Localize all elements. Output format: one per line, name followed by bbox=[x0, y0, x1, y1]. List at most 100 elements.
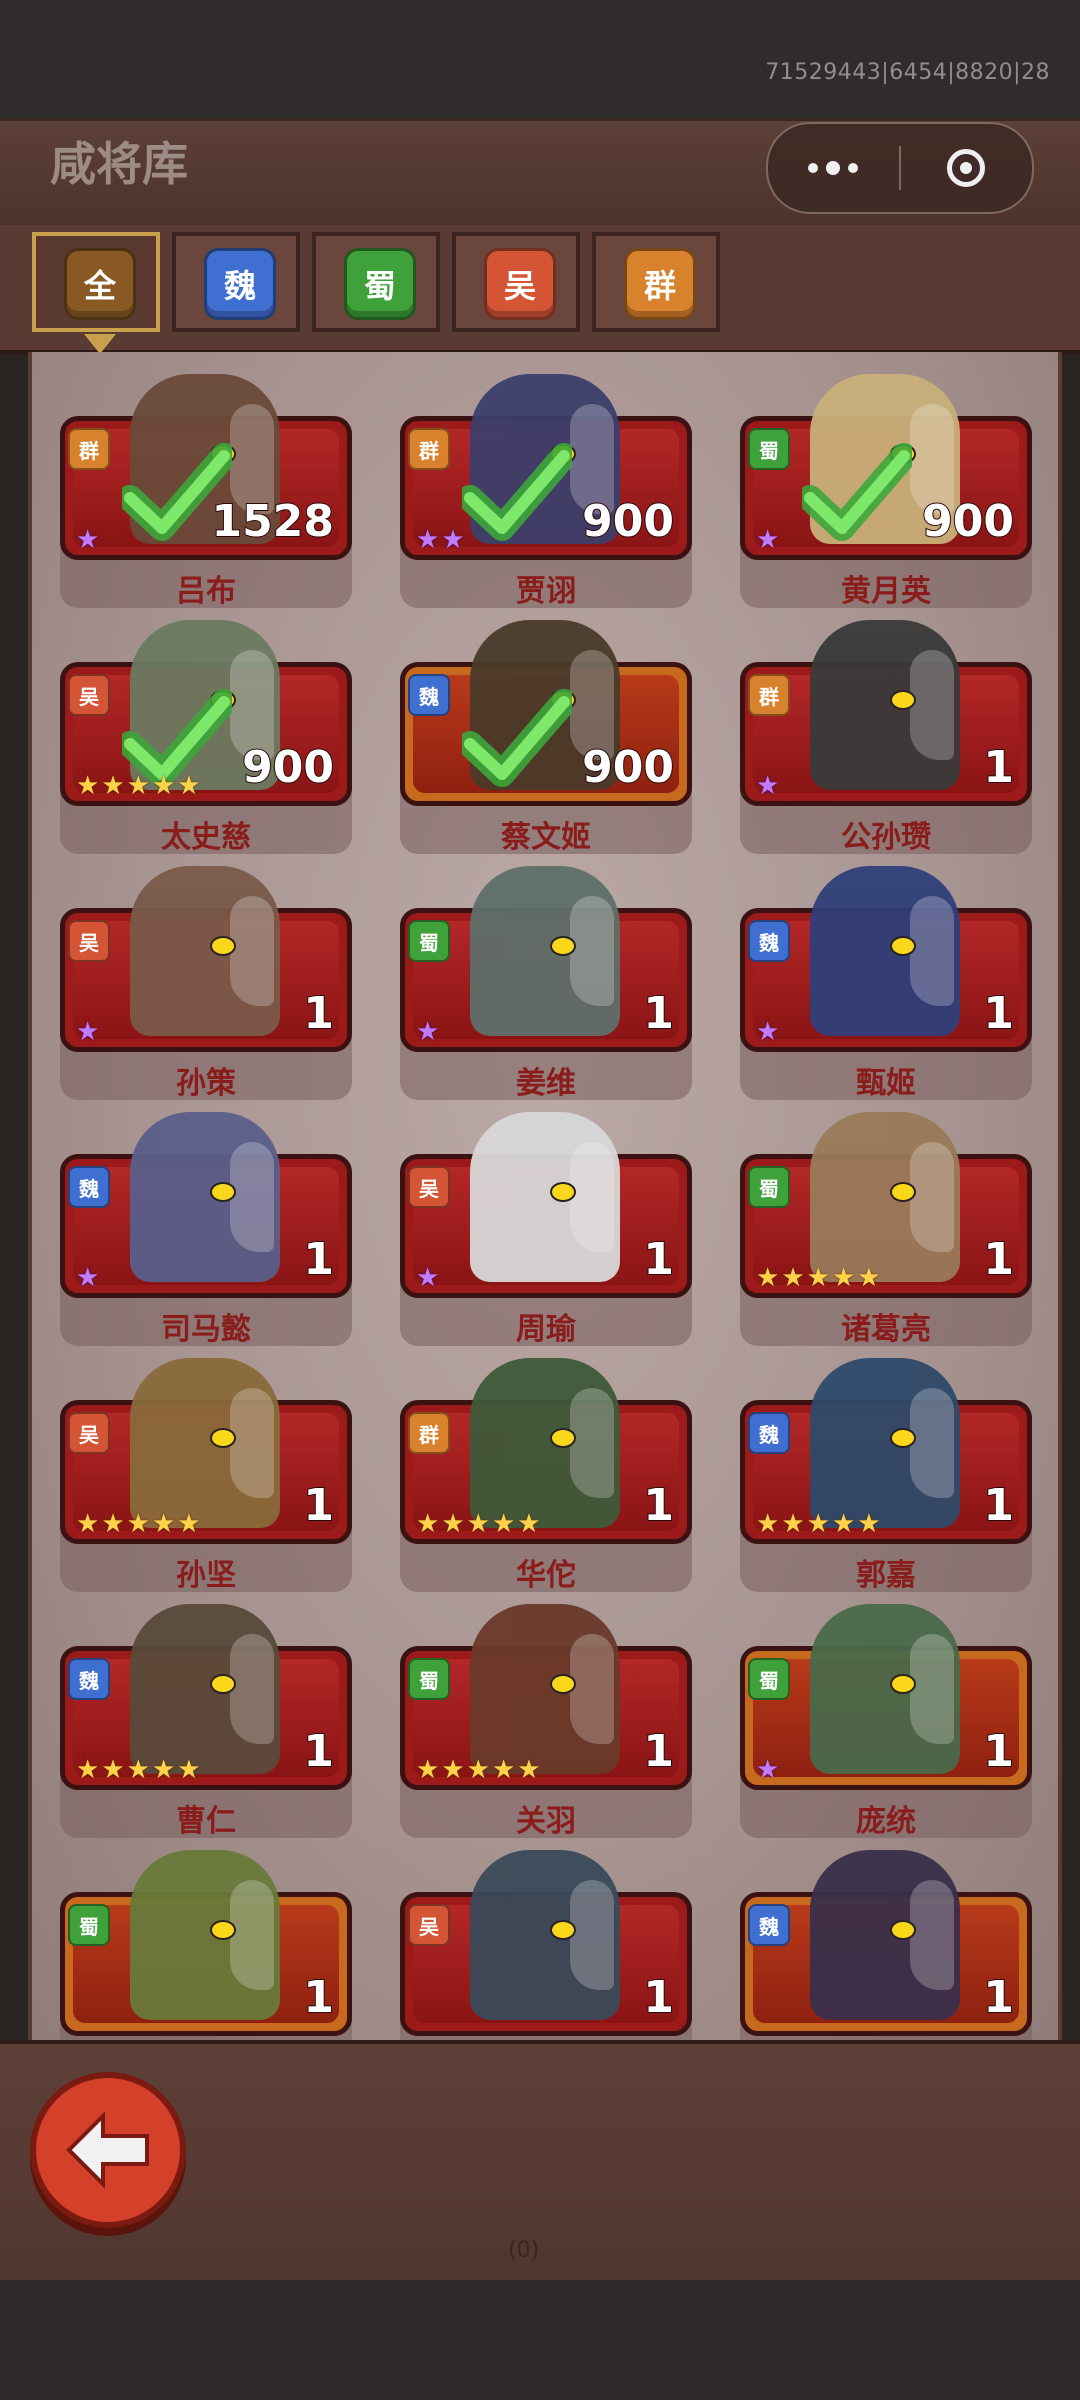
hero-count: 1 bbox=[302, 1971, 335, 2024]
mini-program-capsule bbox=[766, 122, 1034, 214]
hero-card[interactable]: 魏 900 蔡文姬 bbox=[400, 620, 692, 855]
hero-card[interactable]: 魏 1 ★ ★ ★ ★ ★ 曹仁 bbox=[60, 1604, 352, 1839]
star-icon: ★ bbox=[416, 1263, 440, 1293]
faction-badge: 魏 bbox=[748, 1412, 790, 1454]
hero-card[interactable]: 吴 900 ★ ★ ★ ★ ★ 太史慈 bbox=[60, 620, 352, 855]
hero-name: 司马懿 bbox=[161, 1312, 251, 1347]
tab-0[interactable]: 全 bbox=[32, 232, 160, 354]
hero-portrait bbox=[130, 1112, 280, 1282]
hero-count: 1 bbox=[982, 987, 1015, 1040]
check-icon bbox=[457, 686, 577, 796]
hero-portrait bbox=[810, 620, 960, 790]
faction-badge: 群 bbox=[748, 674, 790, 716]
hero-card[interactable]: 群 900 ★ ★ 贾诩 bbox=[400, 374, 692, 609]
star-icon: ★ bbox=[857, 1509, 881, 1539]
hero-card[interactable]: 魏 1 ★ 甄姬 bbox=[740, 866, 1032, 1101]
hero-card[interactable]: 群 1528 ★ 吕布 bbox=[60, 374, 352, 609]
star-icon: ★ bbox=[76, 525, 100, 555]
hero-name: 贾诩 bbox=[516, 574, 576, 609]
hero-stars: ★ bbox=[416, 1018, 441, 1046]
hero-card[interactable]: 群 1 ★ ★ ★ ★ ★ 华佗 bbox=[400, 1358, 692, 1593]
hero-card[interactable]: 吴1 bbox=[400, 1850, 692, 2042]
eye-icon bbox=[210, 1920, 236, 1940]
hero-portrait bbox=[810, 1850, 960, 2020]
hero-card[interactable]: 吴 1 ★ 孙策 bbox=[60, 866, 352, 1101]
star-icon: ★ bbox=[126, 1755, 150, 1785]
hero-portrait bbox=[130, 866, 280, 1036]
star-icon: ★ bbox=[76, 1509, 100, 1539]
star-icon: ★ bbox=[177, 1509, 201, 1539]
hero-card[interactable]: 魏1 bbox=[740, 1850, 1032, 2042]
hero-card[interactable]: 蜀 1 ★ 庞统 bbox=[740, 1604, 1032, 1839]
hero-card[interactable]: 群 1 ★ 公孙瓒 bbox=[740, 620, 1032, 855]
star-icon: ★ bbox=[126, 771, 150, 801]
tab-1[interactable]: 魏 bbox=[172, 232, 300, 332]
tab-3[interactable]: 吴 bbox=[452, 232, 580, 332]
hero-card[interactable]: 吴 1 ★ 周瑜 bbox=[400, 1112, 692, 1347]
hero-portrait bbox=[470, 1358, 620, 1528]
star-icon: ★ bbox=[441, 1755, 465, 1785]
debug-id-text: 71529443|6454|8820|28 bbox=[765, 60, 1050, 85]
close-button[interactable] bbox=[901, 124, 1031, 212]
faction-badge: 蜀 bbox=[748, 428, 790, 470]
footer-label: (0) bbox=[508, 2238, 540, 2263]
hero-name: 郭嘉 bbox=[856, 1558, 916, 1593]
hero-count: 1 bbox=[982, 1479, 1015, 1532]
hero-card[interactable]: 蜀 1 ★ 姜维 bbox=[400, 866, 692, 1101]
hero-portrait bbox=[810, 1604, 960, 1774]
hero-count: 1 bbox=[302, 1725, 335, 1778]
hero-count: 1 bbox=[982, 1971, 1015, 2024]
hero-stars: ★ bbox=[76, 526, 101, 554]
star-icon: ★ bbox=[466, 1755, 490, 1785]
hero-card[interactable]: 蜀 1 ★ ★ ★ ★ ★ 关羽 bbox=[400, 1604, 692, 1839]
hero-card[interactable]: 蜀 1 ★ ★ ★ ★ ★ 诸葛亮 bbox=[740, 1112, 1032, 1347]
hero-card[interactable]: 吴 1 ★ ★ ★ ★ ★ 孙坚 bbox=[60, 1358, 352, 1593]
hero-portrait bbox=[130, 1604, 280, 1774]
star-icon: ★ bbox=[101, 1509, 125, 1539]
star-icon: ★ bbox=[756, 525, 780, 555]
star-icon: ★ bbox=[781, 1263, 805, 1293]
hero-stars: ★ ★ ★ ★ ★ bbox=[416, 1756, 543, 1784]
hero-count: 900 bbox=[581, 741, 675, 794]
star-icon: ★ bbox=[416, 1017, 440, 1047]
hero-card[interactable]: 魏 1 ★ 司马懿 bbox=[60, 1112, 352, 1347]
active-tab-pointer bbox=[84, 334, 116, 354]
back-button[interactable] bbox=[30, 2072, 186, 2228]
star-icon: ★ bbox=[517, 1509, 541, 1539]
tab-label: 吴 bbox=[484, 248, 556, 320]
hero-name: 孙坚 bbox=[176, 1558, 236, 1593]
hero-portrait bbox=[470, 1112, 620, 1282]
hero-card[interactable]: 魏 1 ★ ★ ★ ★ ★ 郭嘉 bbox=[740, 1358, 1032, 1593]
tab-label: 全 bbox=[64, 248, 136, 320]
star-icon: ★ bbox=[177, 1755, 201, 1785]
eye-icon bbox=[550, 1920, 576, 1940]
tab-4[interactable]: 群 bbox=[592, 232, 720, 332]
tab-2[interactable]: 蜀 bbox=[312, 232, 440, 332]
hero-count: 1 bbox=[642, 987, 675, 1040]
hero-portrait bbox=[810, 1358, 960, 1528]
hero-stars: ★ ★ ★ ★ ★ bbox=[756, 1264, 883, 1292]
star-icon: ★ bbox=[101, 771, 125, 801]
hero-portrait bbox=[130, 1358, 280, 1528]
star-icon: ★ bbox=[416, 1755, 440, 1785]
star-icon: ★ bbox=[177, 771, 201, 801]
hero-count: 900 bbox=[581, 495, 675, 548]
hero-collection-panel: 群 1528 ★ 吕布群 900 ★ ★ 贾诩蜀 900 ★ 黄月英吴 900 ★ ★ ★ ★ ★ 太史慈魏 900… bbox=[28, 352, 1062, 2042]
hero-name: 孙策 bbox=[176, 1066, 236, 1101]
tab-label: 群 bbox=[624, 248, 696, 320]
eye-icon bbox=[210, 936, 236, 956]
hero-name: 关羽 bbox=[516, 1804, 576, 1839]
hero-card[interactable]: 蜀 900 ★ 黄月英 bbox=[740, 374, 1032, 609]
hero-name: 庞统 bbox=[856, 1804, 916, 1839]
star-icon: ★ bbox=[101, 1755, 125, 1785]
hero-stars: ★ bbox=[756, 772, 781, 800]
faction-badge: 蜀 bbox=[68, 1904, 110, 1946]
back-arrow-icon bbox=[66, 2111, 149, 2189]
hero-card[interactable]: 蜀1 bbox=[60, 1850, 352, 2042]
hero-stars: ★ bbox=[756, 526, 781, 554]
hero-portrait bbox=[130, 1850, 280, 2020]
more-button[interactable] bbox=[768, 124, 898, 212]
eye-icon bbox=[550, 1182, 576, 1202]
hero-stars: ★ bbox=[756, 1756, 781, 1784]
hero-grid: 群 1528 ★ 吕布群 900 ★ ★ 贾诩蜀 900 ★ 黄月英吴 900 ★ ★ ★ ★ ★ 太史慈魏 900… bbox=[32, 352, 1058, 2042]
